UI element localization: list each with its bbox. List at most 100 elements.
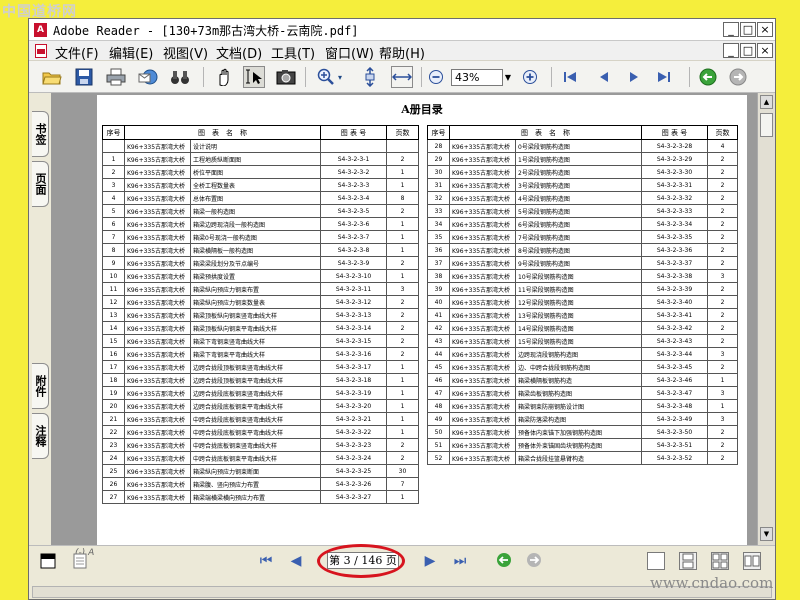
page-options-icon[interactable] — [69, 550, 91, 572]
row-bridge: K96+335古那湾大桥 — [124, 243, 191, 257]
toc-table-left: 序号 图 表 名 称 图 表 号 页数 K96+335古那湾大桥 设计说明 1 K96… — [102, 125, 419, 504]
row-page-count: 1 — [707, 373, 738, 387]
row-drawing-number: S4-3-2-3-22 — [320, 425, 387, 439]
table-row: 30 K96+335古那湾大桥 2号梁段钢筋构造图 S4-3-2-3-30 2 — [427, 165, 738, 179]
row-drawing-name: 边、中跨合拢段钢筋构造图 — [515, 360, 642, 374]
go-back-icon[interactable] — [495, 552, 513, 570]
doc-close-button[interactable]: × — [757, 43, 773, 58]
last-page-icon[interactable]: ⏭ — [451, 552, 469, 570]
vertical-scrollbar[interactable]: ▲ ▼ — [757, 93, 775, 545]
document-view[interactable]: A册目录 序号 图 表 名 称 图 表 号 页数 K96+335古那湾大桥 设计说… — [51, 93, 757, 545]
doc-minimize-button[interactable]: _ — [723, 43, 739, 58]
document-icon[interactable] — [35, 44, 47, 58]
tab-attachments[interactable]: 附件 — [32, 363, 49, 409]
go-back-icon[interactable] — [697, 66, 719, 88]
select-text-icon[interactable] — [243, 66, 265, 88]
first-page-icon[interactable] — [559, 66, 581, 88]
print-icon[interactable] — [105, 66, 127, 88]
row-drawing-number — [320, 139, 387, 153]
table-row: 42 K96+335古那湾大桥 14号梁段钢筋构造图 S4-3-2-3-42 2 — [427, 321, 738, 335]
continuous-layout-button[interactable] — [679, 552, 697, 570]
save-icon[interactable] — [73, 66, 95, 88]
table-row: 16 K96+335古那湾大桥 箱梁下弯钢束平弯曲线大样 S4-3-2-3-16 2 — [102, 347, 419, 361]
watermark-url: www.cndao.com — [650, 574, 774, 592]
row-bridge: K96+335古那湾大桥 — [124, 152, 191, 166]
row-bridge: K96+335古那湾大桥 — [124, 191, 191, 205]
tab-bookmarks[interactable]: 书签 — [32, 111, 49, 157]
fit-page-icon[interactable] — [359, 66, 381, 88]
prev-page-icon[interactable]: ◀ — [287, 552, 305, 570]
minimize-button[interactable]: _ — [723, 22, 739, 37]
show-hide-nav-icon[interactable] — [37, 550, 59, 572]
scrollbar-thumb[interactable] — [760, 113, 773, 137]
menu-edit[interactable]: 编辑(E) — [109, 43, 153, 62]
row-seq: 8 — [102, 243, 125, 257]
menu-window[interactable]: 窗口(W) — [325, 43, 374, 62]
open-folder-icon[interactable] — [41, 66, 63, 88]
row-bridge: K96+335古那湾大桥 — [449, 438, 516, 452]
row-drawing-number: S4-3-2-3-33 — [641, 204, 708, 218]
chevron-down-icon[interactable]: ▾ — [335, 66, 345, 88]
row-drawing-number: S4-3-2-3-30 — [641, 165, 708, 179]
navigation-tabs: 书签 页面 附件 注释 — [29, 93, 51, 545]
row-seq — [102, 139, 125, 153]
go-forward-icon[interactable] — [727, 66, 749, 88]
menu-help[interactable]: 帮助(H) — [379, 43, 425, 62]
go-forward-icon[interactable] — [525, 552, 543, 570]
row-drawing-number: S4-3-2-3-37 — [641, 256, 708, 270]
continuous-facing-layout-button[interactable] — [743, 552, 761, 570]
doc-restore-button[interactable]: □ — [740, 43, 756, 58]
menu-tools[interactable]: 工具(T) — [271, 43, 315, 62]
row-drawing-name: 工程地质纵断面图 — [190, 152, 321, 166]
scroll-up-arrow[interactable]: ▲ — [760, 95, 773, 109]
maximize-button[interactable]: □ — [740, 22, 756, 37]
zoom-in-icon[interactable] — [519, 66, 541, 88]
menu-document[interactable]: 文档(D) — [216, 43, 262, 62]
row-seq: 42 — [427, 321, 450, 335]
single-page-layout-button[interactable] — [647, 552, 665, 570]
chevron-down-icon[interactable]: ▼ — [503, 69, 513, 86]
row-page-count: 2 — [386, 321, 419, 335]
row-page-count: 1 — [386, 165, 419, 179]
zoom-out-icon[interactable] — [425, 66, 447, 88]
email-icon[interactable] — [137, 66, 159, 88]
last-page-icon[interactable] — [653, 66, 675, 88]
menu-view[interactable]: 视图(V) — [163, 43, 208, 62]
row-drawing-name: 箱梁纵向预应力钢束断面 — [190, 464, 321, 478]
fit-width-icon[interactable] — [391, 66, 413, 88]
hand-tool-icon[interactable] — [213, 66, 235, 88]
menu-file[interactable]: 文件(F) — [55, 43, 99, 62]
facing-layout-button[interactable] — [711, 552, 729, 570]
row-drawing-name: 箱梁顶板纵向钢束平弯曲线大样 — [190, 321, 321, 335]
table-row: 28 K96+335古那湾大桥 0号梁段钢筋构造图 S4-3-2-3-28 4 — [427, 139, 738, 153]
close-button[interactable]: × — [757, 22, 773, 37]
row-page-count: 2 — [386, 334, 419, 348]
table-row: 23 K96+335古那湾大桥 中跨合拢底板钢束竖弯曲线大样 S4-3-2-3-23 2 — [102, 438, 419, 452]
row-drawing-number: S4-3-2-3-38 — [641, 269, 708, 283]
toolbar-separator — [305, 67, 306, 87]
row-page-count: 1 — [386, 243, 419, 257]
row-drawing-name: 边跨合拢段顶板钢束竖弯曲线大样 — [190, 360, 321, 374]
prev-page-icon[interactable] — [593, 66, 615, 88]
tab-comments[interactable]: 注释 — [32, 413, 49, 459]
row-bridge: K96+335古那湾大桥 — [449, 243, 516, 257]
row-drawing-number: S4-3-2-3-26 — [320, 477, 387, 491]
row-page-count: 3 — [386, 282, 419, 296]
row-seq: 50 — [427, 425, 450, 439]
first-page-icon[interactable]: ⏮ — [257, 552, 275, 570]
menu-bar: 文件(F) 编辑(E) 视图(V) 文档(D) 工具(T) 窗口(W) 帮助(H… — [29, 41, 775, 62]
zoom-level-input[interactable]: 43% — [451, 69, 503, 86]
table-row: 2 K96+335古那湾大桥 桥位平面图 S4-3-2-3-2 1 — [102, 165, 419, 179]
next-page-icon[interactable] — [623, 66, 645, 88]
snapshot-icon[interactable] — [275, 66, 297, 88]
table-row: 29 K96+335古那湾大桥 1号梁段钢筋构造图 S4-3-2-3-29 2 — [427, 152, 738, 166]
zoom-in-tool-icon[interactable] — [315, 66, 337, 88]
next-page-icon[interactable]: ▶ — [421, 552, 439, 570]
tab-pages[interactable]: 页面 — [32, 161, 49, 207]
row-page-count: 2 — [707, 243, 738, 257]
scroll-down-arrow[interactable]: ▼ — [760, 527, 773, 541]
table-row: 40 K96+335古那湾大桥 12号梁段钢筋构造图 S4-3-2-3-40 2 — [427, 295, 738, 309]
row-seq: 30 — [427, 165, 450, 179]
row-page-count: 2 — [386, 308, 419, 322]
search-binoculars-icon[interactable] — [169, 66, 191, 88]
